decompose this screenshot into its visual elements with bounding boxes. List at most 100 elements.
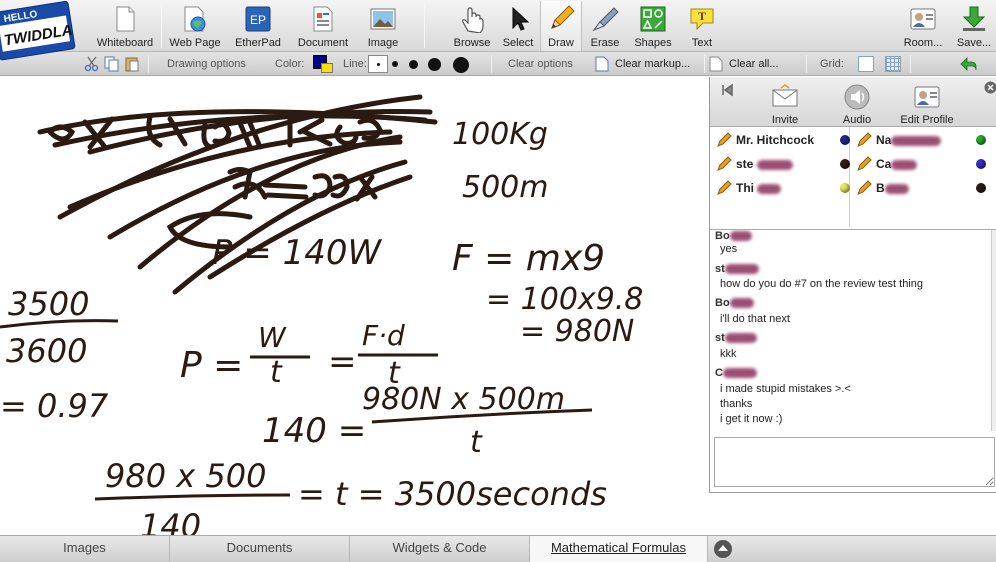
tool-label: Text (691, 37, 713, 49)
tool-label: Shapes (634, 37, 672, 49)
tool-label: Browse (453, 37, 491, 49)
chat-message: yes (720, 243, 738, 255)
tool-whiteboard[interactable]: Whiteboard (90, 1, 160, 51)
scissors-icon[interactable] (84, 56, 100, 72)
audio-button[interactable]: Audio (836, 81, 878, 126)
handwritten-height: 500m (462, 170, 548, 205)
tool-web-page[interactable]: Web Page (164, 1, 226, 51)
tool-shapes[interactable]: Shapes (630, 1, 676, 51)
tool-label: Select (502, 37, 534, 49)
user-name: B (876, 181, 909, 195)
chat-log[interactable]: Bo yes st how do you do #7 on the review… (710, 229, 996, 431)
image-icon (370, 8, 396, 30)
edit-profile-label: Edit Profile (900, 114, 954, 126)
handwritten-fraction-numerator: 3500 (8, 285, 89, 323)
options-divider (491, 55, 492, 73)
line-width-5[interactable] (453, 57, 469, 73)
page-icon (709, 56, 723, 72)
clear-options-label: Clear options (508, 58, 573, 70)
edit-profile-button[interactable]: Edit Profile (894, 81, 960, 126)
clear-all-button[interactable]: Clear all... (729, 52, 779, 76)
tab-mathematical-formulas[interactable]: Mathematical Formulas (530, 536, 708, 562)
options-divider (806, 55, 807, 73)
whiteboard-canvas[interactable]: 100Kg 500m P = 140W F = mx9 = 100x9.8 = … (0, 77, 708, 535)
toolbar-divider (161, 4, 162, 48)
twiddla-logo[interactable]: HELLO TWIDDLA (0, 0, 76, 62)
line-width-1[interactable] (368, 55, 388, 73)
user-entry[interactable]: Thi (716, 179, 850, 197)
handwritten-formula-p: P = (180, 345, 243, 386)
chat-message: how do you do #7 on the review test thin… (720, 278, 924, 290)
side-panel: Invite Audio Edit Profile Mr. Hitchcock … (709, 77, 996, 493)
tool-browse[interactable]: Browse (448, 1, 496, 51)
line-width-4[interactable] (428, 58, 441, 71)
chat-scrollbar[interactable] (991, 230, 996, 431)
whiteboard-icon (116, 6, 135, 32)
user-name: Na (876, 133, 942, 147)
line-width-2[interactable] (392, 61, 398, 67)
pencil-icon (857, 180, 872, 195)
expand-tray-icon[interactable] (713, 539, 733, 559)
shapes-icon (640, 6, 666, 32)
speaker-icon (844, 84, 870, 110)
tool-text[interactable]: T Text (680, 1, 724, 51)
paste-icon[interactable] (124, 56, 140, 72)
download-icon (962, 6, 986, 31)
user-entry[interactable]: ste (716, 155, 850, 173)
tool-save[interactable]: Save... (952, 1, 996, 51)
tool-label: Draw (548, 37, 574, 49)
tool-label: Whiteboard (96, 37, 154, 49)
chat-message: kkk (720, 348, 737, 360)
page-icon (595, 56, 609, 72)
invite-button[interactable]: Invite (762, 81, 808, 126)
user-entry[interactable]: Na (856, 131, 990, 149)
chat-message: i'll do that next (720, 313, 790, 325)
tool-draw[interactable]: Draw (540, 1, 582, 51)
clear-markup-button[interactable]: Clear markup... (615, 52, 690, 76)
tool-etherpad[interactable]: EP EtherPad (230, 1, 286, 51)
invite-label: Invite (771, 114, 799, 126)
etherpad-badge: EP (250, 13, 266, 27)
copy-icon[interactable] (104, 56, 120, 72)
main-toolbar: HELLO TWIDDLA Whiteboard Web Page EP Eth… (0, 0, 996, 61)
handwritten-eq-t: t (470, 425, 483, 460)
handwritten-power: P = 140W (212, 233, 383, 273)
collapse-panel-icon[interactable] (720, 83, 734, 97)
tool-select[interactable]: Select (498, 1, 538, 51)
user-list: Mr. Hitchcock ste Thi Na Ca B (710, 127, 996, 227)
tool-label: Image (367, 37, 399, 49)
eraser-icon (592, 7, 619, 32)
color-swatch[interactable] (313, 55, 333, 73)
user-entry[interactable]: B (856, 179, 990, 197)
user-entry[interactable]: Ca (856, 155, 990, 173)
close-panel-icon[interactable] (984, 81, 996, 94)
user-status-dot (976, 135, 986, 145)
tool-label: Document (297, 37, 349, 49)
text-icon: T (690, 8, 714, 31)
chat-input[interactable] (714, 437, 995, 487)
tab-widgets-code[interactable]: Widgets & Code (350, 536, 530, 562)
document-icon (313, 6, 333, 32)
chat-message: thanks (720, 398, 753, 410)
undo-icon[interactable] (960, 57, 978, 71)
line-width-3[interactable] (409, 60, 418, 69)
chat-message: i made stupid mistakes >.< (720, 383, 851, 395)
color-label: Color: (275, 58, 305, 70)
handwritten-force: F = mx9 (452, 238, 605, 279)
user-status-dot (840, 183, 850, 193)
tool-image[interactable]: Image (358, 1, 408, 51)
user-name: Ca (876, 157, 918, 171)
tool-erase[interactable]: Erase (584, 1, 626, 51)
handwritten-force-step: = 100x9.8 (486, 282, 643, 317)
tab-documents[interactable]: Documents (170, 536, 350, 562)
user-entry[interactable]: Mr. Hitchcock (716, 131, 850, 149)
user-status-dot (840, 159, 850, 169)
handwritten-force-result: = 980N (520, 314, 634, 349)
tab-images[interactable]: Images (0, 536, 170, 562)
grid-on-toggle[interactable] (885, 56, 901, 72)
grid-off-toggle[interactable] (858, 56, 874, 72)
tool-document[interactable]: Document (290, 1, 356, 51)
user-name: Mr. Hitchcock (736, 133, 815, 147)
tool-room[interactable]: Room... (898, 1, 948, 51)
handwritten-formula-fd: F·d (362, 319, 405, 352)
